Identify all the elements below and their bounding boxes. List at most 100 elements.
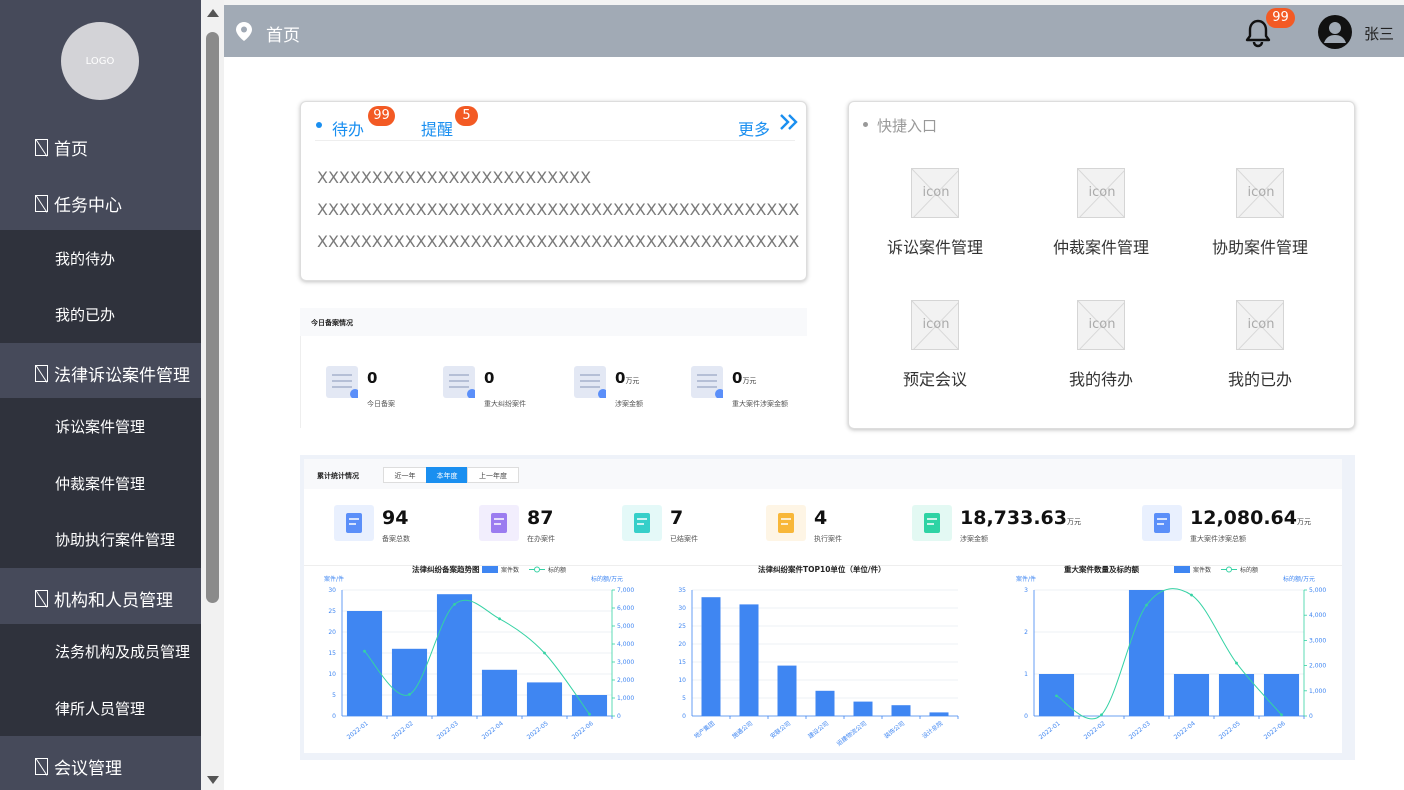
user-avatar-icon[interactable] [1316,13,1354,51]
todo-line[interactable]: XXXXXXXXXXXXXXXXXXXXXXXXX [317,168,591,187]
y2-tick-label: 6,000 [617,605,634,612]
line-point[interactable] [588,712,591,716]
bar[interactable] [526,682,563,716]
quick-entry-label[interactable]: 仲裁案件管理 [1021,234,1181,258]
user-name[interactable]: 张三 [1364,23,1394,44]
scroll-up-arrow-icon[interactable] [207,9,219,17]
sidebar-item-assist-cases[interactable]: 协助执行案件管理 [0,525,201,553]
sidebar-item-legal-org[interactable]: 法务机构及成员管理 [0,637,201,665]
placeholder-image-icon[interactable]: icon [1077,300,1125,350]
scroll-down-arrow-icon[interactable] [207,776,219,784]
sidebar-item-home[interactable]: 首页 [0,132,201,162]
line-point[interactable] [363,649,366,653]
line-point[interactable] [498,617,501,621]
x-tick-label: 2022-05 [1218,720,1242,741]
bar[interactable] [815,690,835,716]
x-tick-label: 2022-01 [346,720,370,741]
line-point[interactable] [1280,713,1283,717]
sidebar-item-my-todo[interactable]: 我的待办 [0,244,201,272]
tab-remind[interactable]: 提醒 [421,116,453,140]
quick-entry-label[interactable]: 我的待办 [1021,366,1181,390]
more-link[interactable]: 更多 [738,116,770,140]
bar[interactable] [929,712,949,716]
broken-image-icon [35,364,48,382]
placeholder-image-icon[interactable]: icon [1077,168,1125,218]
quick-entry-label[interactable]: 我的已办 [1180,366,1340,390]
todo-line[interactable]: XXXXXXXXXXXXXXXXXXXXXXXXXXXXXXXXXXXXXXXX… [317,200,799,219]
sidebar-scrollbar[interactable] [201,0,224,790]
sidebar-item-litigation-cases[interactable]: 诉讼案件管理 [0,412,201,440]
icon-placeholder-text: icon [922,317,950,332]
period-tab[interactable]: 本年度 [426,467,468,483]
today-stat-value: 0万元 [615,369,640,387]
sidebar-item-meetings[interactable]: 会议管理 [0,751,201,781]
broken-image-icon [35,757,48,775]
y-tick-label: 0 [1024,713,1028,720]
y2-tick-label: 0 [1309,713,1313,720]
document-list-icon [326,366,360,399]
bar[interactable] [739,604,759,716]
sidebar-item-my-done[interactable]: 我的已办 [0,300,201,328]
cumulative-stat-label: 涉案金额 [960,535,988,543]
period-tab[interactable]: 近一年 [383,467,427,483]
document-list-icon [691,366,725,399]
y-tick-label: 25 [678,623,686,630]
bar[interactable] [777,665,797,716]
todo-line[interactable]: XXXXXXXXXXXXXXXXXXXXXXXXXXXXXXXXXXXXXXXX… [317,232,799,251]
line-point[interactable] [1100,713,1103,717]
bar[interactable] [1263,674,1300,716]
today-stat-value: 0万元 [732,369,757,387]
sidebar-item-law-firm[interactable]: 律所人员管理 [0,694,201,722]
placeholder-image-icon[interactable]: icon [911,168,959,218]
legend-swatch [482,566,498,573]
bar[interactable] [701,597,721,716]
cumulative-stat-value: 18,733.63万元 [960,507,1081,529]
placeholder-image-icon[interactable]: icon [1236,168,1284,218]
line-point[interactable] [453,603,456,606]
cumulative-title: 累计统计情况 [317,472,359,480]
y-tick-label: 15 [328,650,336,657]
y-tick-label: 10 [328,671,336,678]
scrollbar-thumb[interactable] [206,32,219,603]
sidebar-item-litigation[interactable]: 法律诉讼案件管理 [0,358,201,388]
sidebar-submenu-litigation: 诉讼案件管理 仲裁案件管理 协助执行案件管理 [0,398,201,568]
bar[interactable] [853,701,873,716]
bar[interactable] [1218,674,1255,716]
bar[interactable] [1128,590,1165,716]
sidebar-item-org-people[interactable]: 机构和人员管理 [0,583,201,613]
y2-tick-label: 2,000 [1309,663,1326,670]
y-tick-label: 20 [328,629,336,636]
tab-todo[interactable]: 待办 [332,116,364,140]
bar[interactable] [891,705,911,716]
double-chevron-right-icon[interactable] [779,113,799,131]
placeholder-image-icon[interactable]: icon [911,300,959,350]
bar[interactable] [436,594,473,716]
quick-entry-label[interactable]: 诉讼案件管理 [855,234,1015,258]
line-point[interactable] [1055,694,1058,698]
y-axis-label: 案件/件 [1016,575,1036,583]
bar[interactable] [481,669,518,716]
quick-entry-label[interactable]: 协助案件管理 [1180,234,1340,258]
y2-tick-label: 1,000 [1309,688,1326,695]
line-point[interactable] [408,693,411,696]
bar[interactable] [391,648,428,716]
remind-badge: 5 [455,106,478,126]
line-point[interactable] [1190,593,1193,597]
line-point[interactable] [1145,603,1148,607]
y2-axis-label: 标的额/万元 [1283,575,1315,583]
period-tab[interactable]: 上一年度 [467,467,519,483]
x-tick-label: 2022-06 [1263,720,1287,741]
sidebar-item-arbitration-cases[interactable]: 仲裁案件管理 [0,469,201,497]
placeholder-image-icon[interactable]: icon [1236,300,1284,350]
line-point[interactable] [543,651,546,655]
x-tick-label: 安联公司 [768,719,792,740]
line-point[interactable] [1235,661,1238,665]
sidebar-item-task-center[interactable]: 任务中心 [0,188,201,218]
quick-entry-label[interactable]: 预定会议 [855,366,1015,390]
icon-placeholder-text: icon [1247,317,1275,332]
document-list-icon [443,366,477,399]
bar[interactable] [346,611,383,716]
notification-badge: 99 [1266,8,1295,28]
x-tick-label: 2022-01 [1038,720,1062,741]
bar[interactable] [1173,674,1210,716]
